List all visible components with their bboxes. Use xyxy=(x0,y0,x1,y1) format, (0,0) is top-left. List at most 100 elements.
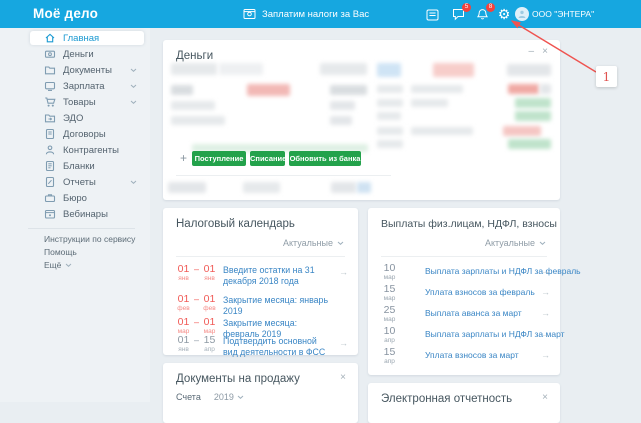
chevron-down-icon xyxy=(130,100,137,105)
money-card-title: Деньги xyxy=(176,50,213,62)
person-icon xyxy=(44,144,56,156)
sidebar-item-salary[interactable]: Зарплата xyxy=(30,79,144,93)
redacted-text xyxy=(377,140,403,148)
tax-calendar-row[interactable]: 01янв – 15апр Подтвердить основной вид д… xyxy=(176,335,348,361)
sidebar-label: Договоры xyxy=(63,129,106,140)
sidebar-item-edo[interactable]: ЭДО xyxy=(30,111,144,125)
sidebar-link-help[interactable]: Помощь xyxy=(30,247,77,257)
redacted-text xyxy=(168,182,206,193)
sidebar-label: Зарплата xyxy=(63,81,105,92)
sidebar-item-forms[interactable]: Бланки xyxy=(30,159,144,173)
redacted-amount xyxy=(503,126,541,136)
sidebar-item-bureau[interactable]: Бюро xyxy=(30,191,144,205)
sidebar-item-documents[interactable]: Документы xyxy=(30,63,144,77)
payment-row[interactable]: 10мар Выплата зарплаты и НДФЛ за февраль… xyxy=(381,263,550,282)
tax-calendar-row[interactable]: 01мар – 01мар Закрытие месяца: февраль 2… xyxy=(176,317,348,335)
report-icon xyxy=(44,176,56,188)
sidebar-link-more[interactable]: Ещё xyxy=(30,260,72,270)
sidebar-label: Вебинары xyxy=(63,209,108,220)
arrow-right-icon[interactable]: → xyxy=(541,329,550,339)
divider xyxy=(176,256,345,257)
notifications-bell-icon[interactable]: 8 xyxy=(474,7,490,22)
payments-filter[interactable]: Актуальные xyxy=(485,238,546,248)
arrow-right-icon[interactable]: → xyxy=(541,308,550,318)
promo-label: Заплатим налоги за Вас xyxy=(262,9,369,20)
sidebar-label: Товары xyxy=(63,97,96,108)
add-operation-button[interactable]: + xyxy=(177,152,190,165)
year-filter[interactable]: 2019 xyxy=(214,392,244,402)
redacted-text xyxy=(411,85,463,93)
payment-link[interactable]: Уплата взносов за февраль xyxy=(425,287,537,297)
company-selector[interactable]: ООО "ЭНТЕРА" xyxy=(532,0,594,28)
tax-calendar-row[interactable]: 01фев – 01фев Закрытие месяца: январь 20… xyxy=(176,294,348,312)
minimize-icon[interactable]: – xyxy=(528,47,534,57)
task-link[interactable]: Подтвердить основной вид деятельности в … xyxy=(223,336,331,358)
tax-calendar-filter[interactable]: Актуальные xyxy=(283,238,344,248)
payment-row[interactable]: 25мар Выплата аванса за март → xyxy=(381,305,550,324)
payment-row[interactable]: 15мар Уплата взносов за февраль → xyxy=(381,284,550,303)
settings-gear-icon[interactable]: ⚙ xyxy=(496,7,512,22)
expense-button[interactable]: Списание xyxy=(250,151,285,166)
arrow-right-icon[interactable]: → xyxy=(541,287,550,297)
arrow-right-icon[interactable]: → xyxy=(541,266,550,276)
sales-docs-card: Документы на продажу × Счета 2019 xyxy=(163,363,358,423)
payment-link[interactable]: Выплата зарплаты и НДФЛ за февраль xyxy=(425,266,537,276)
chat-badge: 5 xyxy=(462,3,471,12)
chevron-down-icon xyxy=(130,180,137,185)
sidebar-link-instructions[interactable]: Инструкции по сервису xyxy=(30,234,135,244)
sidebar-item-goods[interactable]: Товары xyxy=(30,95,144,109)
close-icon[interactable]: × xyxy=(542,47,548,57)
redacted-text xyxy=(243,182,280,193)
redacted-text xyxy=(171,63,217,75)
sidebar-label: Документы xyxy=(63,65,112,76)
payment-row[interactable]: 10апр Выплата зарплаты и НДФЛ за март → xyxy=(381,326,550,345)
sidebar-label: Главная xyxy=(63,33,99,44)
deadline-date: 10апр xyxy=(381,326,398,344)
tax-calendar-row[interactable]: 01янв – 01янв Введите остатки на 31 дека… xyxy=(176,264,348,290)
sidebar-item-reports[interactable]: Отчеты xyxy=(30,175,144,189)
divider xyxy=(381,256,547,257)
deadline-dates: 01фев – 01фев xyxy=(176,294,217,312)
redacted-amount xyxy=(515,111,551,121)
sidebar-item-counterparties[interactable]: Контрагенты xyxy=(30,143,144,157)
chevron-down-icon xyxy=(130,84,137,89)
chat-icon[interactable]: 5 xyxy=(450,7,466,22)
briefcase-icon xyxy=(44,192,56,204)
redacted-text xyxy=(377,63,401,77)
cart-icon xyxy=(44,96,56,108)
sidebar-item-contracts[interactable]: Договоры xyxy=(30,127,144,141)
payment-link[interactable]: Уплата взносов за март xyxy=(425,350,537,360)
income-button[interactable]: Поступление xyxy=(192,151,246,166)
payment-row[interactable]: 15апр Уплата взносов за март → xyxy=(381,347,550,366)
arrow-right-icon[interactable]: → xyxy=(339,338,348,348)
sidebar-item-money[interactable]: Деньги xyxy=(30,47,144,61)
chevron-down-icon xyxy=(337,241,344,246)
task-link[interactable]: Закрытие месяца: январь 2019 xyxy=(223,295,331,317)
pay-taxes-promo[interactable]: Заплатим налоги за Вас xyxy=(243,0,369,28)
sales-docs-title: Документы на продажу xyxy=(176,373,300,385)
arrow-right-icon[interactable]: → xyxy=(541,350,550,360)
e-reports-card: Электронная отчетность × xyxy=(368,383,560,423)
sidebar-item-webinars[interactable]: Вебинары xyxy=(30,207,144,221)
task-link[interactable]: Введите остатки на 31 декабря 2018 года xyxy=(223,265,331,287)
chevron-down-icon xyxy=(65,263,72,268)
bank-refresh-button[interactable]: Обновить из банка xyxy=(289,151,361,166)
redacted-text xyxy=(540,84,551,94)
payment-link[interactable]: Выплата аванса за март xyxy=(425,308,537,318)
close-icon[interactable]: × xyxy=(340,373,346,383)
deadline-date: 15апр xyxy=(381,347,398,365)
app-logo[interactable]: Моё дело xyxy=(33,0,98,28)
sidebar-label: Бюро xyxy=(63,193,87,204)
arrow-right-icon[interactable]: → xyxy=(339,267,348,277)
user-avatar[interactable] xyxy=(515,7,529,21)
chevron-down-icon xyxy=(130,68,137,73)
tasks-icon[interactable] xyxy=(424,7,440,22)
sidebar-item-home[interactable]: Главная xyxy=(30,31,144,45)
edo-folder-icon xyxy=(44,112,56,124)
redacted-text xyxy=(411,127,473,135)
deadline-date: 10мар xyxy=(381,263,398,281)
forms-icon xyxy=(44,160,56,172)
tab-invoices[interactable]: Счета xyxy=(176,392,201,402)
redacted-text xyxy=(247,84,290,96)
payment-link[interactable]: Выплата зарплаты и НДФЛ за март xyxy=(425,329,537,339)
